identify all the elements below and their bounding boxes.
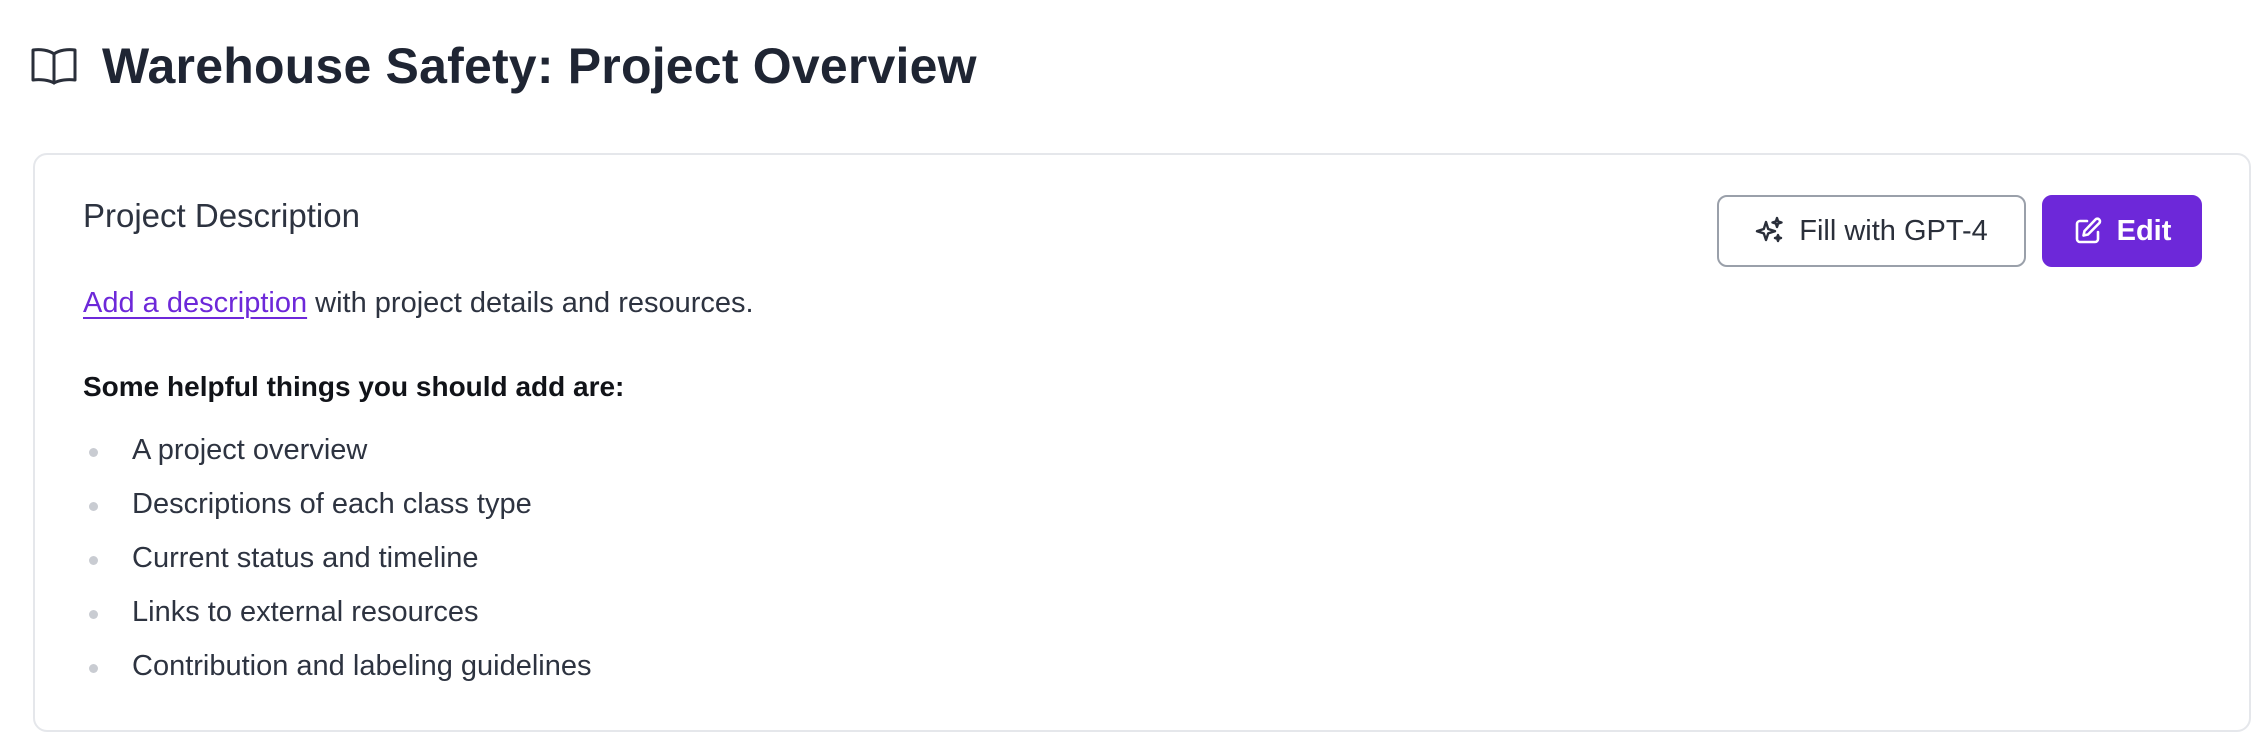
helpful-heading: Some helpful things you should add are: [83, 371, 625, 402]
list-item-text: Descriptions of each class type [132, 487, 532, 520]
list-item-text: Current status and timeline [132, 541, 479, 574]
bullet-dot [89, 610, 98, 619]
intro-rest-text: with project details and resources. [307, 287, 754, 319]
description-intro: Add a description with project details a… [83, 287, 754, 320]
bullet-dot [89, 502, 98, 511]
project-description-card: Project Description Fill with GPT-4 Edit… [33, 153, 2251, 732]
edit-button[interactable]: Edit [2042, 195, 2202, 267]
list-item: Current status and timeline [83, 531, 592, 585]
fill-with-gpt-button[interactable]: Fill with GPT-4 [1717, 195, 2026, 267]
helpful-list: A project overview Descriptions of each … [83, 423, 592, 693]
card-actions: Fill with GPT-4 Edit [1717, 195, 2202, 267]
list-item: Descriptions of each class type [83, 477, 592, 531]
project-overview-page: Warehouse Safety: Project Overview Proje… [0, 0, 2266, 756]
book-open-icon [30, 42, 78, 90]
bullet-dot [89, 448, 98, 457]
bullet-dot [89, 556, 98, 565]
bullet-dot [89, 664, 98, 673]
sparkles-icon [1755, 216, 1785, 246]
page-title: Warehouse Safety: Project Overview [102, 38, 977, 94]
list-item-text: Links to external resources [132, 595, 479, 628]
edit-label: Edit [2116, 214, 2172, 247]
card-title: Project Description [83, 197, 360, 234]
list-item: Contribution and labeling guidelines [83, 639, 592, 693]
page-header: Warehouse Safety: Project Overview [30, 30, 977, 102]
add-description-link[interactable]: Add a description [83, 287, 307, 319]
fill-with-gpt-label: Fill with GPT-4 [1799, 214, 1988, 247]
list-item-text: A project overview [132, 433, 368, 466]
edit-pencil-icon [2073, 216, 2103, 246]
list-item: Links to external resources [83, 585, 592, 639]
list-item: A project overview [83, 423, 592, 477]
list-item-text: Contribution and labeling guidelines [132, 649, 592, 682]
